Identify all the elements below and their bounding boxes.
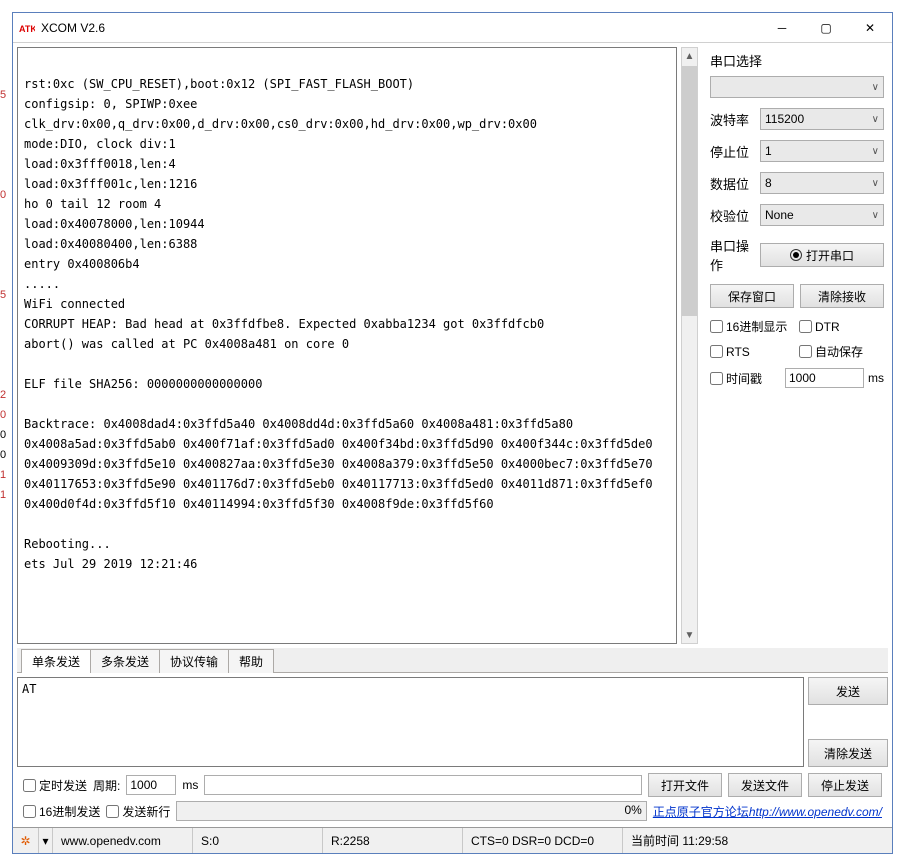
autosave-checkbox[interactable]: 自动保存 [799,343,884,360]
send-tabs: 单条发送 多条发送 协议传输 帮助 [17,648,888,673]
send-progressbar: 0% [176,801,646,821]
databits-select[interactable]: 8∨ [760,172,884,194]
period-input[interactable] [126,775,176,795]
forum-link[interactable]: 正点原子官方论坛http://www.openedv.com/ [653,803,882,820]
receive-scrollbar[interactable]: ▲ ▼ [681,47,698,644]
send-textarea[interactable]: AT [17,677,804,767]
period-label: 周期: [93,777,120,794]
save-window-button[interactable]: 保存窗口 [710,284,794,308]
port-op-label: 串口操作 [710,236,760,274]
status-bar: ✲ ▾ www.openedv.com S:0 R:2258 CTS=0 DSR… [13,827,892,853]
baud-label: 波特率 [710,110,760,129]
parity-label: 校验位 [710,206,760,225]
svg-text:ATK: ATK [19,24,35,34]
send-file-button[interactable]: 发送文件 [728,773,802,797]
tab-protocol[interactable]: 协议传输 [159,649,229,673]
file-path-input[interactable] [204,775,642,795]
send-button[interactable]: 发送 [808,677,888,705]
timestamp-interval-input[interactable] [785,368,864,388]
minimize-button[interactable]: ─ [760,14,804,42]
port-status-icon [790,249,802,261]
timed-send-checkbox[interactable]: 定时发送 [23,777,87,794]
databits-label: 数据位 [710,174,760,193]
open-port-button[interactable]: 打开串口 [760,243,884,267]
stopbits-select[interactable]: 1∨ [760,140,884,162]
status-recv-bytes: R:2258 [323,828,463,853]
close-button[interactable]: ✕ [848,14,892,42]
tab-single-send[interactable]: 单条发送 [21,649,91,673]
baud-select[interactable]: 115200∨ [760,108,884,130]
dtr-checkbox[interactable]: DTR [799,318,884,335]
status-time: 当前时间 11:29:58 [623,828,892,853]
port-select[interactable]: ∨ [710,76,884,98]
settings-dropdown-icon[interactable]: ▾ [39,828,53,853]
status-sent-bytes: S:0 [193,828,323,853]
timestamp-checkbox[interactable]: 时间戳 [710,370,781,387]
chevron-down-icon: ∨ [872,82,879,93]
open-file-button[interactable]: 打开文件 [648,773,722,797]
clear-send-button[interactable]: 清除发送 [808,739,888,767]
titlebar[interactable]: ATK XCOM V2.6 ─ ▢ ✕ [13,13,892,43]
rts-checkbox[interactable]: RTS [710,343,795,360]
tab-multi-send[interactable]: 多条发送 [90,649,160,673]
app-icon: ATK [19,20,35,36]
receive-textarea[interactable]: rst:0xc (SW_CPU_RESET),boot:0x12 (SPI_FA… [17,47,677,644]
status-url[interactable]: www.openedv.com [61,834,161,848]
hex-send-checkbox[interactable]: 16进制发送 [23,803,100,820]
port-select-label: 串口选择 [710,51,884,70]
settings-gear-icon[interactable]: ✲ [13,828,39,853]
clear-receive-button[interactable]: 清除接收 [800,284,884,308]
stopbits-label: 停止位 [710,142,760,161]
hex-display-checkbox[interactable]: 16进制显示 [710,318,795,335]
period-unit: ms [182,778,198,792]
stop-send-button[interactable]: 停止发送 [808,773,882,797]
maximize-button[interactable]: ▢ [804,14,848,42]
status-signals: CTS=0 DSR=0 DCD=0 [463,828,623,853]
tab-help[interactable]: 帮助 [228,649,274,673]
parity-select[interactable]: None∨ [760,204,884,226]
timestamp-unit: ms [868,371,884,385]
serial-settings-panel: 串口选择 ∨ 波特率 115200∨ 停止位 1∨ 数据位 8∨ 校验位 [702,43,892,648]
app-window: ATK XCOM V2.6 ─ ▢ ✕ rst:0xc (SW_CPU_RESE… [12,12,893,854]
window-title: XCOM V2.6 [41,21,760,35]
send-newline-checkbox[interactable]: 发送新行 [106,803,170,820]
